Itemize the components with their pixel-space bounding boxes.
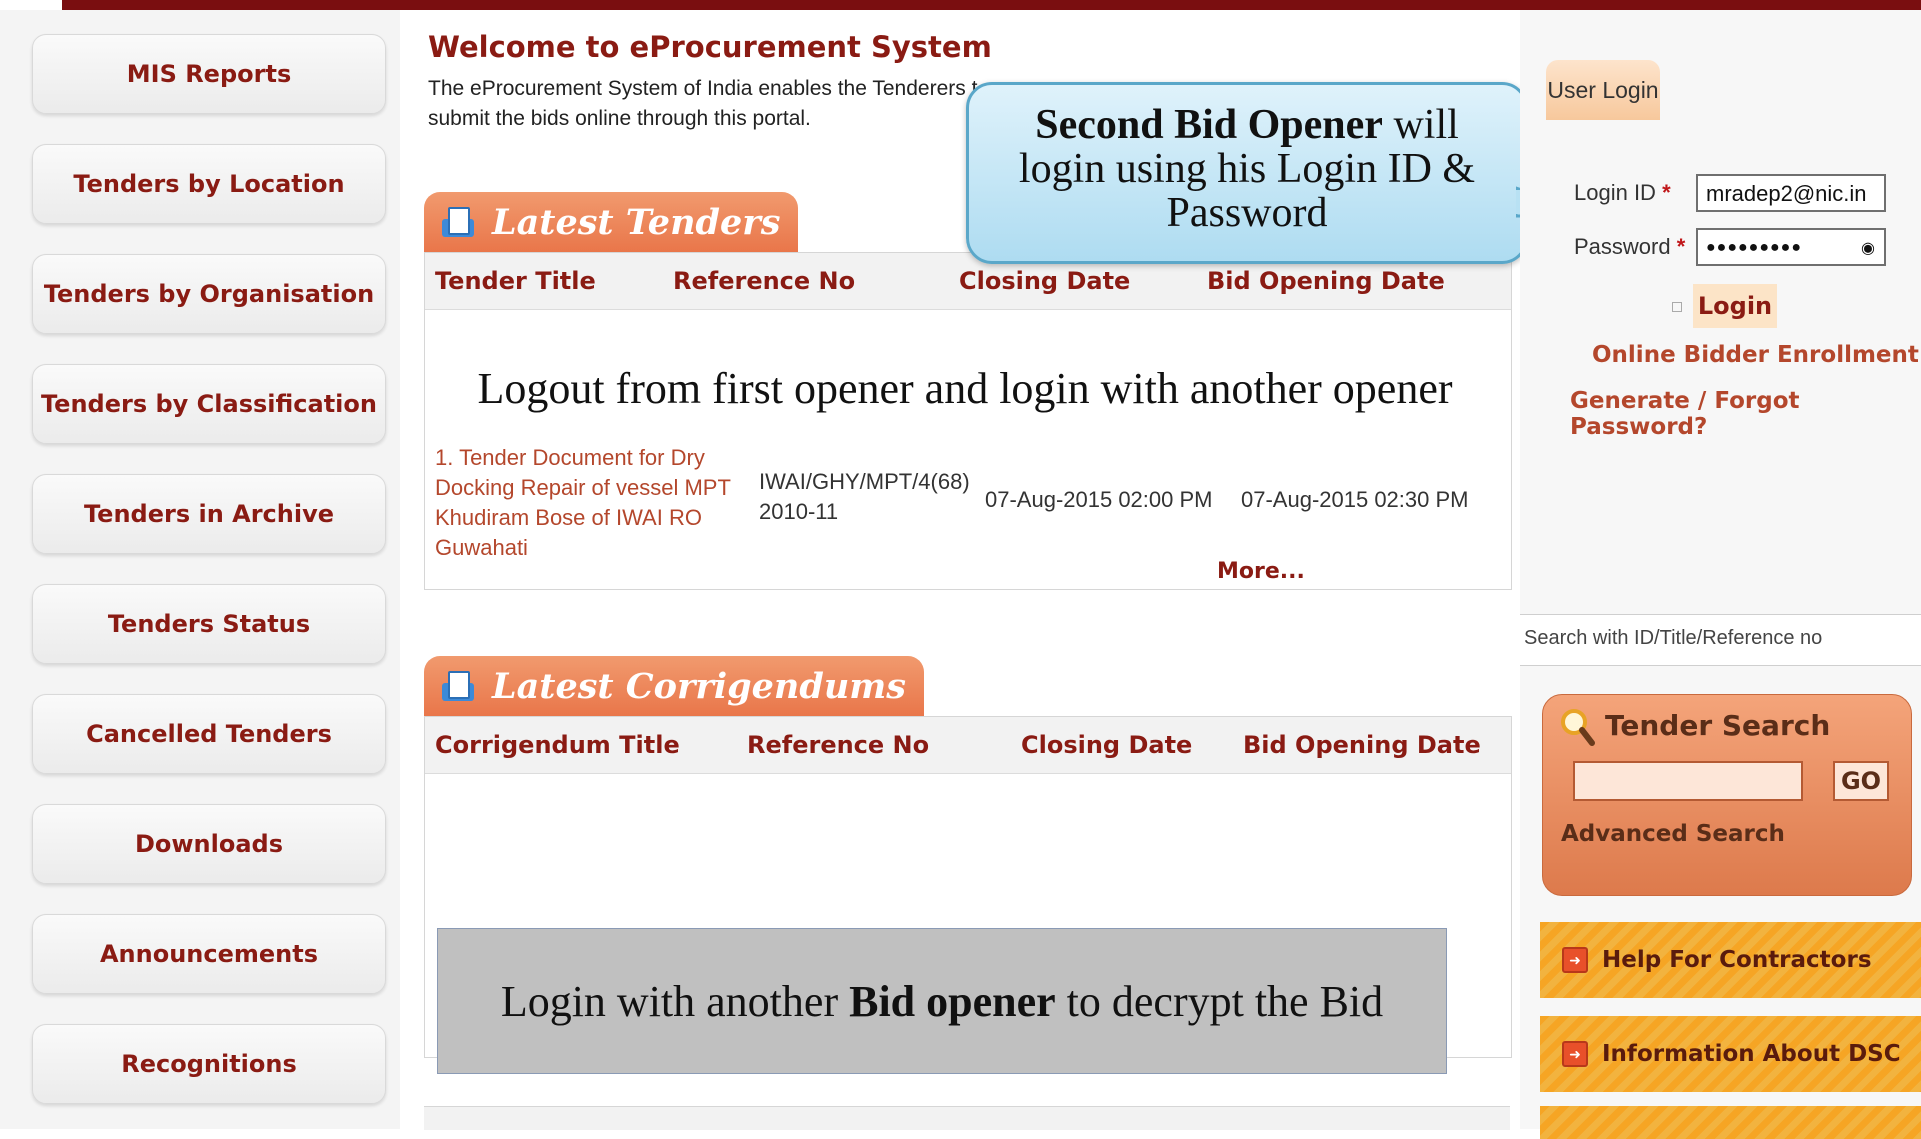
logout-instruction-text: Logout from first opener and login with … [477,364,1453,413]
welcome-text-line-2: submit the bids online through this port… [428,107,811,130]
nav-downloads-button[interactable]: Downloads [32,804,386,884]
column-header-closing-date: Closing Date [1021,731,1193,759]
decrypt-instruction-box: Login with another Bid opener to decrypt… [437,928,1447,1074]
tender-search-go-button[interactable]: GO [1833,761,1889,801]
column-header-tender-title: Tender Title [435,267,596,295]
top-banner-strip [0,0,1921,10]
tender-search-box: Tender Search GO Advanced Search [1542,694,1912,896]
column-header-corrigendum-title: Corrigendum Title [435,731,680,759]
nav-tenders-by-location-button[interactable]: Tenders by Location [32,144,386,224]
column-header-closing-date: Closing Date [959,267,1131,295]
password-value: ●●●●●●●●● [1706,239,1802,256]
tender-search-title: Tender Search [1605,709,1831,742]
nav-tenders-by-classification-button[interactable]: Tenders by Classification [32,364,386,444]
grey-box-bold: Bid opener [849,976,1056,1026]
information-about-dsc-label: Information About DSC [1602,1041,1901,1067]
magnifier-icon [1561,709,1595,746]
nav-tenders-status-button[interactable]: Tenders Status [32,584,386,664]
tender-opening-date: 07-Aug-2015 02:30 PM [1241,487,1469,512]
right-sidebar: User Login Login ID * mradep2@nic.in Pas… [1520,10,1921,1139]
user-login-tab: User Login [1546,60,1660,120]
column-header-reference-no: Reference No [673,267,856,295]
latest-tenders-tab: Latest Tenders [424,192,799,252]
second-bid-opener-callout: Second Bid Opener will login using his L… [966,82,1528,264]
top-banner-gap [0,0,62,10]
help-for-contractors-button[interactable]: ➜ Help For Contractors [1540,922,1921,998]
login-id-label: Login ID * [1574,180,1671,205]
folder-document-icon [442,669,476,703]
callout-bold-text: Second Bid Opener [1035,102,1383,148]
show-password-icon[interactable]: ◉ [1861,238,1876,258]
latest-tenders-panel: Tender Title Reference No Closing Date B… [424,252,1512,590]
nav-announcements-button[interactable]: Announcements [32,914,386,994]
left-navigation: MIS Reports Tenders by Location Tenders … [0,10,400,1129]
information-about-dsc-button[interactable]: ➜ Information About DSC [1540,1016,1921,1092]
latest-corrigendums-tab: Latest Corrigendums [424,656,925,716]
column-header-reference-no: Reference No [747,731,930,759]
callout-line-1-rest: will [1382,102,1459,148]
grey-box-post: to decrypt the Bid [1055,976,1384,1026]
nav-tenders-in-archive-button[interactable]: Tenders in Archive [32,474,386,554]
login-button[interactable]: Login [1693,284,1777,328]
online-bidder-enrollment-link[interactable]: Online Bidder Enrollment [1592,342,1919,368]
nav-recognitions-button[interactable]: Recognitions [32,1024,386,1104]
nav-cancelled-tenders-button[interactable]: Cancelled Tenders [32,694,386,774]
callout-line-1: Second Bid Opener will [969,103,1525,147]
tender-title-link[interactable]: 1. Tender Document for Dry Docking Repai… [435,443,735,563]
nav-tenders-by-organisation-button[interactable]: Tenders by Organisation [32,254,386,334]
next-help-button[interactable] [1540,1106,1921,1139]
latest-corrigendums-header: Corrigendum Title Reference No Closing D… [425,717,1511,774]
arrow-bullet-icon: ➜ [1562,947,1588,973]
tender-closing-date: 07-Aug-2015 02:00 PM [985,487,1213,512]
welcome-text-line-1: The eProcurement System of India enables… [428,77,978,100]
login-checkbox-icon [1672,302,1682,312]
arrow-bullet-icon: ➜ [1562,1041,1588,1067]
callout-line-2: login using his Login ID & [1018,146,1476,192]
notifications-panel-top [424,1106,1510,1130]
password-label: Password * [1574,234,1686,259]
column-header-bid-opening-date: Bid Opening Date [1207,267,1445,295]
welcome-title: Welcome to eProcurement System [428,30,992,64]
tender-reference: IWAI/GHY/MPT/4(68) 2010-11 [759,469,970,524]
password-input[interactable]: ●●●●●●●●● ◉ [1696,228,1886,266]
help-for-contractors-label: Help For Contractors [1602,947,1872,973]
search-hint: Search with ID/Title/Reference no [1524,627,1823,649]
grey-box-pre: Login with another [500,976,850,1026]
tender-search-input[interactable] [1573,761,1803,801]
advanced-search-link[interactable]: Advanced Search [1561,821,1785,847]
nav-mis-reports-button[interactable]: MIS Reports [32,34,386,114]
more-tenders-link[interactable]: More... [1217,559,1305,584]
column-header-bid-opening-date: Bid Opening Date [1243,731,1481,759]
latest-tenders-tab-label: Latest Tenders [492,201,781,243]
callout-line-3: Password [1166,190,1328,236]
search-hint-bar[interactable]: Search with ID/Title/Reference no [1520,614,1921,666]
latest-corrigendums-tab-label: Latest Corrigendums [492,665,907,707]
forgot-password-link[interactable]: Generate / Forgot Password? [1570,388,1921,440]
login-id-input[interactable]: mradep2@nic.in [1696,174,1886,212]
folder-document-icon [442,205,476,239]
grey-box-text: Login with another Bid opener to decrypt… [501,976,1383,1027]
